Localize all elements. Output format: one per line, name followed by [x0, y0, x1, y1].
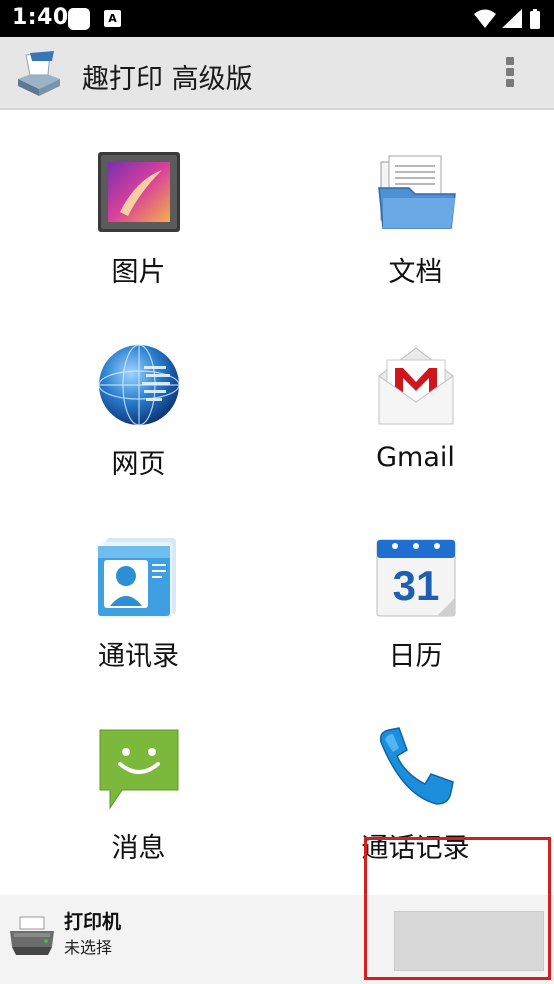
calendar-day-text: 31 — [393, 562, 440, 609]
grid-item-contacts[interactable]: 通讯录 — [0, 496, 277, 688]
globe-icon — [98, 344, 180, 426]
calendar-icon: 31 — [376, 539, 456, 617]
grid-item-calendar[interactable]: 31 日历 — [277, 496, 554, 688]
phone-icon — [379, 727, 454, 805]
status-time: 1:40 — [12, 5, 69, 30]
grid-item-label: 日历 — [388, 641, 443, 672]
overflow-menu-icon[interactable] — [500, 57, 520, 91]
status-bar: 1:40 A — [0, 0, 554, 37]
grid-item-label: 通讯录 — [98, 641, 179, 672]
app-bar: 趣打印 高级版 — [0, 37, 554, 110]
battery-icon — [530, 9, 540, 29]
grid-item-documents[interactable]: 文档 — [277, 112, 554, 304]
grid-item-pictures[interactable]: 图片 — [0, 112, 277, 304]
printer-status: 未选择 — [64, 938, 113, 957]
app-title: 趣打印 高级版 — [82, 64, 253, 95]
a-notification-icon: A — [104, 10, 121, 27]
print-source-grid: 图片 文档 网页 Gmail 通讯录 31 日历 消息 通话记录 — [0, 112, 554, 895]
wifi-icon — [474, 9, 496, 28]
signal-icon — [502, 9, 522, 28]
grid-item-gmail[interactable]: Gmail — [277, 304, 554, 496]
grid-item-label: Gmail — [376, 442, 455, 473]
printer-title: 打印机 — [64, 911, 122, 933]
grid-item-web[interactable]: 网页 — [0, 304, 277, 496]
contacts-icon — [98, 538, 176, 618]
grid-item-label: 图片 — [111, 257, 166, 288]
system-status-icons — [474, 9, 540, 29]
printer-icon — [10, 916, 54, 955]
highlight-box — [364, 837, 551, 980]
gmail-icon — [378, 347, 454, 425]
documents-folder-icon — [378, 155, 456, 229]
pictures-icon — [98, 152, 180, 232]
square-notification-icon — [68, 8, 90, 30]
grid-item-messages[interactable]: 消息 — [0, 688, 277, 880]
grid-item-label: 文档 — [388, 257, 443, 288]
message-icon — [99, 729, 179, 810]
grid-item-label: 网页 — [111, 449, 166, 480]
grid-item-label: 消息 — [111, 833, 166, 864]
printer-logo-icon — [18, 51, 60, 96]
